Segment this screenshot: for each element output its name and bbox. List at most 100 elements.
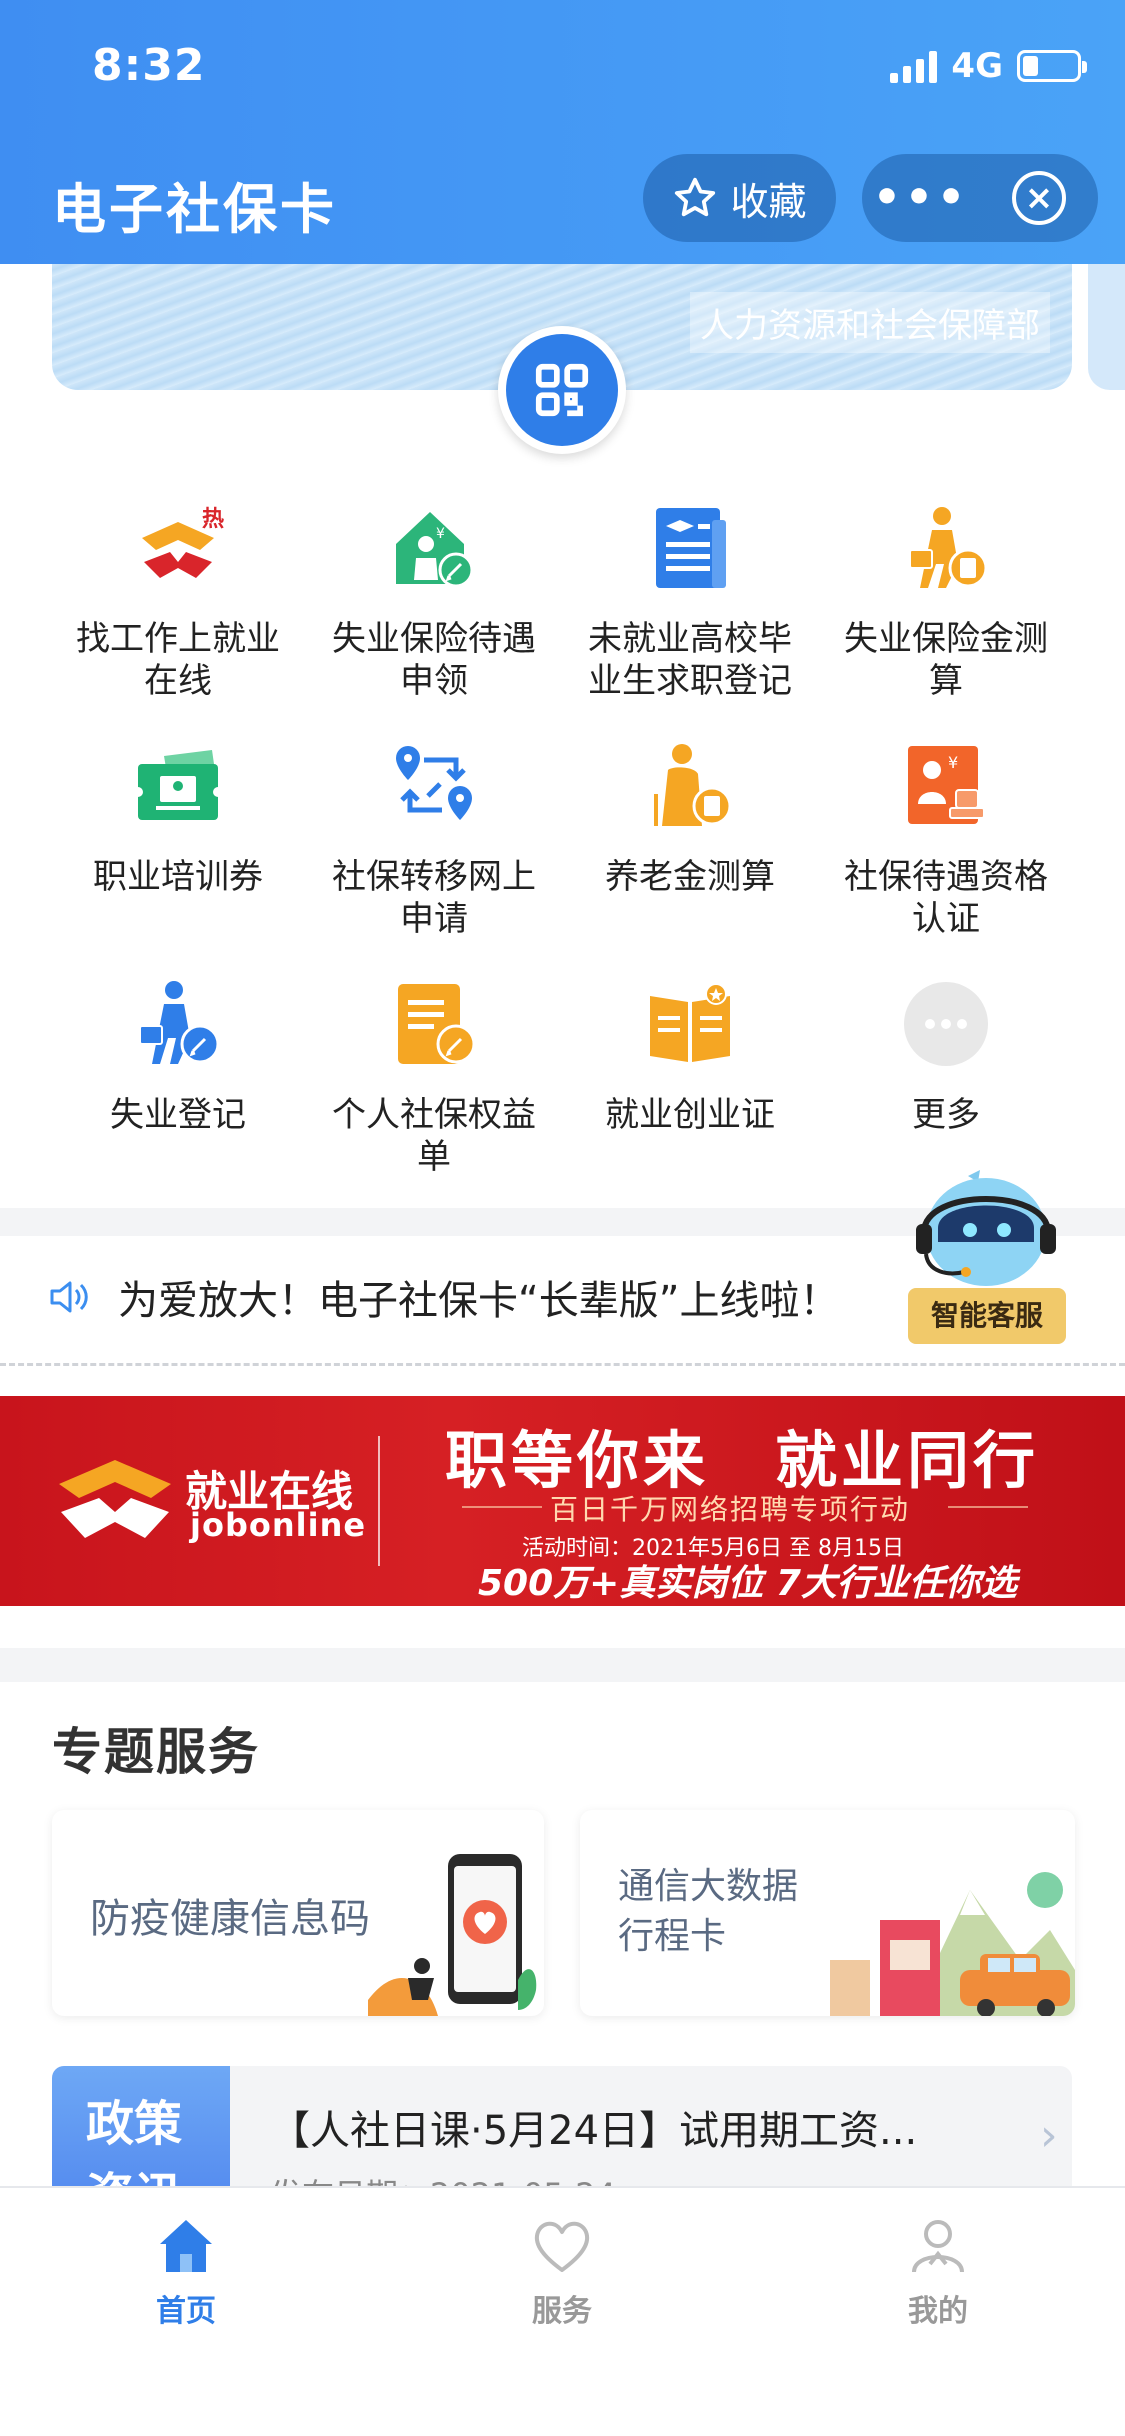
service-rights-statement[interactable]: 个人社保权益单 bbox=[306, 976, 562, 1214]
employment-cert-icon bbox=[642, 976, 738, 1072]
status-time: 8:32 bbox=[92, 40, 206, 91]
service-label: 未就业高校毕业生求职登记 bbox=[588, 619, 792, 701]
next-card-peek[interactable] bbox=[1088, 264, 1125, 390]
rights-statement-icon bbox=[386, 976, 482, 1072]
service-label: 失业保险金测算 bbox=[844, 619, 1048, 701]
job-online-icon: 热 bbox=[130, 500, 226, 596]
service-unemployment-benefit[interactable]: ¥ 失业保险待遇申领 bbox=[306, 500, 562, 738]
topic-section-title: 专题服务 bbox=[52, 1723, 260, 1781]
favorite-label: 收藏 bbox=[730, 179, 807, 224]
unemployment-register-icon bbox=[130, 976, 226, 1072]
status-indicators: 4G bbox=[890, 46, 1087, 86]
home-icon bbox=[160, 2220, 212, 2272]
training-voucher-icon bbox=[130, 738, 226, 834]
tab-services[interactable]: 服务 bbox=[462, 2214, 662, 2330]
banner-divider bbox=[378, 1436, 380, 1566]
section-divider bbox=[0, 1648, 1125, 1682]
policy-title: 【人社日课·5月24日】试用期工资... bbox=[270, 2108, 918, 2154]
service-grid: 热 找工作上就业在线 ¥ 失业保险待遇申领 未就业高校毕业生求职登记 失业保险金… bbox=[50, 500, 1074, 1214]
more-menu-button[interactable]: ••• bbox=[862, 154, 980, 242]
service-label: 就业创业证 bbox=[605, 1095, 775, 1135]
topic-label-line1: 通信大数据 bbox=[618, 1866, 799, 1907]
job-online-banner[interactable]: 就业在线 jobonline 职等你来 就业同行 百日千万网络招聘专项行动 活动… bbox=[0, 1396, 1125, 1606]
service-job-online[interactable]: 热 找工作上就业在线 bbox=[50, 500, 306, 738]
service-employment-cert[interactable]: 就业创业证 bbox=[562, 976, 818, 1214]
service-unemployment-register[interactable]: 失业登记 bbox=[50, 976, 306, 1214]
travel-illustration-icon bbox=[830, 1872, 1075, 2016]
topic-label: 通信大数据 行程卡 bbox=[618, 1862, 798, 1962]
banner-logo-en: jobonline bbox=[190, 1506, 367, 1544]
dashed-divider bbox=[0, 1363, 1125, 1366]
tab-bar: 首页 服务 我的 bbox=[0, 2186, 1125, 2436]
svg-text:¥: ¥ bbox=[436, 526, 445, 542]
card-org-text: 人力资源和社会保障部 bbox=[690, 292, 1050, 353]
policy-news-item[interactable]: 政策 资讯 【人社日课·5月24日】试用期工资... 发布日期：2021-05-… bbox=[52, 2066, 1072, 2186]
signal-icon bbox=[890, 49, 938, 83]
page-title: 电子社保卡 bbox=[52, 178, 337, 241]
tab-label: 我的 bbox=[908, 2294, 968, 2329]
notice-text: 为爱放大！电子社保卡“长辈版”上线啦！ bbox=[118, 1278, 840, 1324]
user-icon bbox=[912, 2220, 964, 2273]
banner-rule-left bbox=[462, 1506, 542, 1508]
service-label: 职业培训券 bbox=[93, 857, 263, 897]
notice-bar[interactable]: 为爱放大！电子社保卡“长辈版”上线啦！ bbox=[48, 1268, 839, 1326]
service-label: 失业登记 bbox=[110, 1095, 246, 1135]
favorite-button[interactable]: 收藏 bbox=[643, 154, 836, 242]
health-code-phone-icon bbox=[368, 1854, 537, 2016]
qr-code-icon bbox=[535, 363, 589, 417]
close-icon: × bbox=[1012, 171, 1066, 225]
service-qualification[interactable]: ¥ 社保待遇资格认证 bbox=[818, 738, 1074, 976]
unemployment-calc-icon bbox=[898, 500, 994, 596]
tab-mine[interactable]: 我的 bbox=[838, 2214, 1038, 2330]
service-label: 社保转移网上申请 bbox=[332, 857, 536, 939]
unemployment-benefit-icon: ¥ bbox=[386, 500, 482, 596]
tab-label: 首页 bbox=[156, 2294, 216, 2329]
topic-itinerary-card[interactable]: 通信大数据 行程卡 bbox=[580, 1810, 1075, 2016]
service-label: 找工作上就业在线 bbox=[76, 619, 280, 701]
banner-rule-right bbox=[948, 1506, 1028, 1508]
mini-program-capsule: ••• × bbox=[862, 154, 1098, 242]
network-type: 4G bbox=[951, 46, 1003, 86]
assistant-label: 智能客服 bbox=[908, 1288, 1066, 1344]
star-icon bbox=[675, 177, 716, 217]
topic-label: 防疫健康信息码 bbox=[90, 1896, 370, 1942]
graduate-register-icon bbox=[642, 500, 738, 596]
policy-date: 发布日期：2021-05-24 bbox=[270, 2170, 616, 2186]
speaker-icon bbox=[50, 1281, 88, 1313]
service-label: 更多 bbox=[912, 1095, 980, 1135]
policy-tag: 政策 资讯 bbox=[52, 2066, 230, 2186]
service-label: 社保待遇资格认证 bbox=[844, 857, 1048, 939]
service-training-voucher[interactable]: 职业培训券 bbox=[50, 738, 306, 976]
chevron-right-icon: › bbox=[1040, 2110, 1058, 2161]
banner-tagline: 500万+真实岗位 7大行业任你选 bbox=[478, 1563, 1017, 1604]
battery-icon bbox=[1017, 50, 1087, 82]
policy-tag-line1: 政策 bbox=[86, 2096, 183, 2152]
service-graduate-register[interactable]: 未就业高校毕业生求职登记 bbox=[562, 500, 818, 738]
tab-label: 服务 bbox=[532, 2294, 592, 2329]
topic-health-code[interactable]: 防疫健康信息码 bbox=[52, 1810, 544, 2016]
close-button[interactable]: × bbox=[980, 171, 1098, 225]
svg-text:热: 热 bbox=[202, 506, 224, 532]
service-pension-calc[interactable]: 养老金测算 bbox=[562, 738, 818, 976]
robot-icon bbox=[916, 1170, 1056, 1286]
svg-text:¥: ¥ bbox=[948, 753, 958, 772]
policy-tag-line2: 资讯 bbox=[86, 2160, 230, 2186]
qr-code-button[interactable] bbox=[498, 326, 626, 454]
service-label: 失业保险待遇申领 bbox=[332, 619, 536, 701]
service-label: 个人社保权益单 bbox=[332, 1095, 536, 1177]
banner-headline: 职等你来 就业同行 bbox=[445, 1424, 1040, 1497]
service-unemployment-calc[interactable]: 失业保险金测算 bbox=[818, 500, 1074, 738]
topic-label-line2: 行程卡 bbox=[618, 1916, 727, 1957]
more-icon bbox=[898, 976, 994, 1072]
transfer-icon bbox=[386, 738, 482, 834]
heart-icon bbox=[534, 2221, 590, 2272]
qualification-icon: ¥ bbox=[898, 738, 994, 834]
service-label: 养老金测算 bbox=[605, 857, 775, 897]
tab-home[interactable]: 首页 bbox=[86, 2214, 286, 2330]
smart-assistant-button[interactable]: 智能客服 bbox=[908, 1168, 1070, 1344]
job-online-logo-icon bbox=[59, 1460, 171, 1538]
pension-calc-icon bbox=[642, 738, 738, 834]
service-transfer[interactable]: 社保转移网上申请 bbox=[306, 738, 562, 976]
header: 8:32 4G 电子社保卡 收藏 ••• × bbox=[0, 0, 1125, 264]
banner-subtitle: 百日千万网络招聘专项行动 bbox=[550, 1493, 911, 1526]
